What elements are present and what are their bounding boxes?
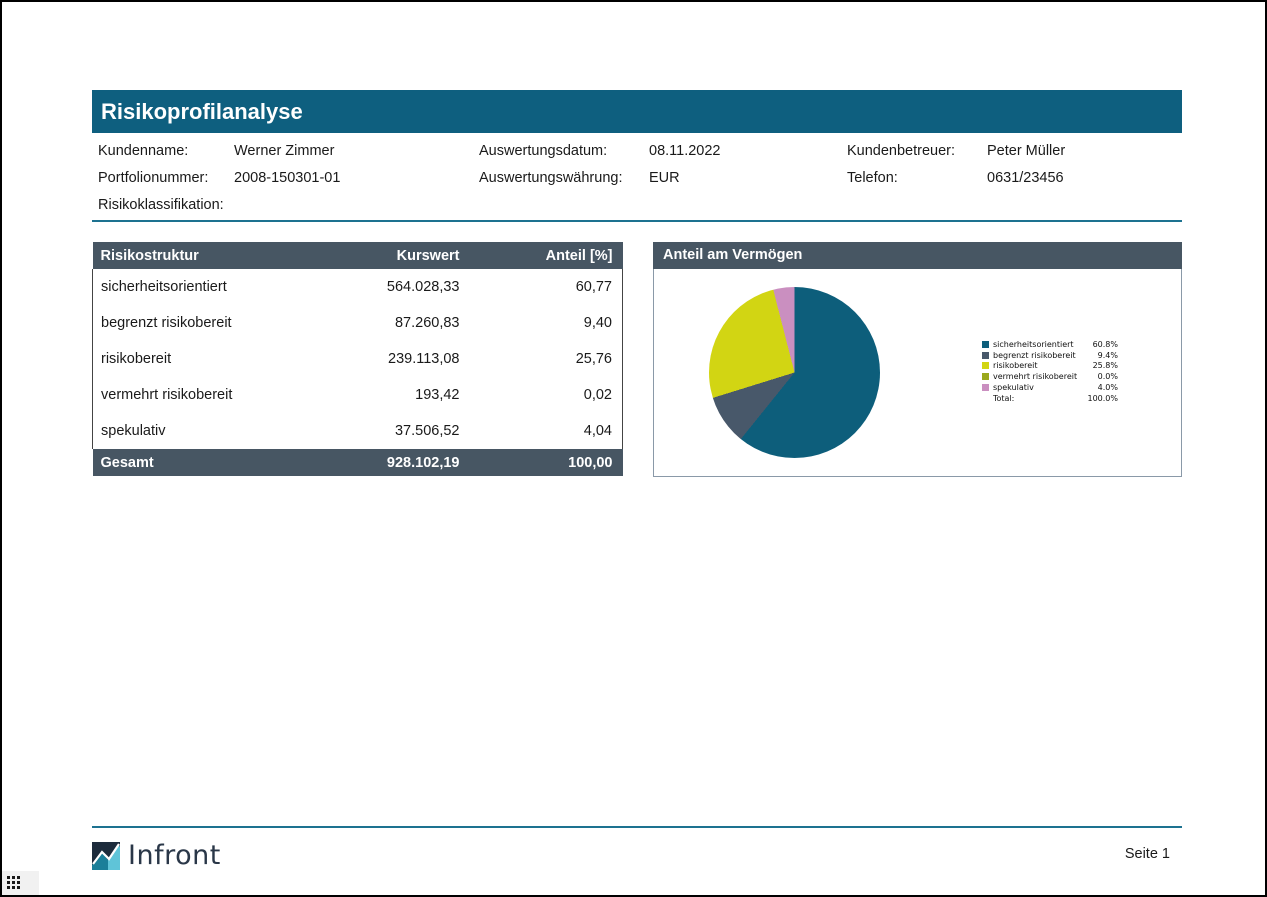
auswertungsdatum-value: 08.11.2022	[649, 143, 721, 159]
auswertungswaehrung-value: EUR	[649, 170, 680, 186]
anteil-cell: 25,76	[470, 341, 623, 377]
table-row: spekulativ37.506,524,04	[93, 413, 623, 449]
legend-label: sicherheitsorientiert	[993, 340, 1093, 349]
table-body: sicherheitsorientiert564.028,3360,77begr…	[93, 269, 623, 449]
kurswert-cell: 564.028,33	[323, 269, 470, 305]
legend-label: vermehrt risikobereit	[993, 372, 1098, 381]
table-row: risikobereit239.113,0825,76	[93, 341, 623, 377]
footer-divider	[92, 826, 1182, 828]
legend-item: spekulativ4.0%	[982, 382, 1118, 393]
anteil-cell: 4,04	[470, 413, 623, 449]
legend-label: begrenzt risikobereit	[993, 351, 1098, 360]
risk-category-cell: begrenzt risikobereit	[93, 305, 323, 341]
portfolionummer-label: Portfolionummer:	[98, 170, 208, 186]
telefon-label: Telefon:	[847, 170, 898, 186]
col-header-risikostruktur: Risikostruktur	[93, 242, 323, 269]
legend-total-row: Total: 100.0%	[982, 393, 1118, 404]
anteil-cell: 60,77	[470, 269, 623, 305]
kurswert-cell: 193,42	[323, 377, 470, 413]
legend-value: 4.0%	[1098, 383, 1118, 392]
risk-structure-table: Risikostruktur Kurswert Anteil [%] siche…	[92, 242, 623, 476]
infront-logo: Infront	[92, 842, 221, 870]
page-title: Risikoprofilanalyse	[92, 90, 1182, 133]
kurswert-cell: 87.260,83	[323, 305, 470, 341]
legend-value: 60.8%	[1093, 340, 1118, 349]
table-row: vermehrt risikobereit193,420,02	[93, 377, 623, 413]
col-header-anteil: Anteil [%]	[470, 242, 623, 269]
risk-category-cell: vermehrt risikobereit	[93, 377, 323, 413]
portfolionummer-value: 2008-150301-01	[234, 170, 340, 186]
asset-share-chart-panel: Anteil am Vermögen sicherheitsorientiert…	[653, 242, 1182, 477]
auswertungsdatum-label: Auswertungsdatum:	[479, 143, 607, 159]
anteil-cell: 9,40	[470, 305, 623, 341]
legend-item: risikobereit25.8%	[982, 361, 1118, 372]
col-header-kurswert: Kurswert	[323, 242, 470, 269]
anteil-cell: 0,02	[470, 377, 623, 413]
legend-swatch	[982, 352, 989, 359]
telefon-value: 0631/23456	[987, 170, 1064, 186]
kundenname-label: Kundenname:	[98, 143, 188, 159]
kurswert-cell: 239.113,08	[323, 341, 470, 377]
legend-swatch	[982, 384, 989, 391]
table-header-row: Risikostruktur Kurswert Anteil [%]	[93, 242, 623, 269]
table-row: sicherheitsorientiert564.028,3360,77	[93, 269, 623, 305]
legend-item: sicherheitsorientiert60.8%	[982, 339, 1118, 350]
legend-swatch	[982, 373, 989, 380]
auswertungswaehrung-label: Auswertungswährung:	[479, 170, 622, 186]
legend-value: 25.8%	[1093, 361, 1118, 370]
legend-item: vermehrt risikobereit0.0%	[982, 371, 1118, 382]
risikoklassifikation-label: Risikoklassifikation:	[98, 197, 224, 213]
kundenname-value: Werner Zimmer	[234, 143, 334, 159]
total-kurswert-cell: 928.102,19	[323, 449, 470, 476]
legend-swatch	[982, 341, 989, 348]
grid-dots-icon	[7, 876, 39, 889]
total-label-cell: Gesamt	[93, 449, 323, 476]
grid-handle-icon[interactable]	[2, 871, 39, 895]
legend-label: risikobereit	[993, 361, 1093, 370]
pie-chart	[709, 287, 880, 458]
risk-category-cell: sicherheitsorientiert	[93, 269, 323, 305]
table-row: begrenzt risikobereit87.260,839,40	[93, 305, 623, 341]
report-page: Risikoprofilanalyse Kundenname: Werner Z…	[0, 0, 1267, 897]
chart-legend: sicherheitsorientiert60.8%begrenzt risik…	[982, 339, 1118, 404]
legend-total-label: Total:	[993, 394, 1087, 403]
infront-logo-icon	[92, 842, 120, 870]
legend-item: begrenzt risikobereit9.4%	[982, 350, 1118, 361]
legend-total-value: 100.0%	[1087, 394, 1118, 403]
header-divider	[92, 220, 1182, 222]
kurswert-cell: 37.506,52	[323, 413, 470, 449]
risk-category-cell: risikobereit	[93, 341, 323, 377]
legend-value: 9.4%	[1098, 351, 1118, 360]
legend-label: spekulativ	[993, 383, 1098, 392]
kundenbetreuer-label: Kundenbetreuer:	[847, 143, 955, 159]
risk-category-cell: spekulativ	[93, 413, 323, 449]
legend-swatch	[982, 362, 989, 369]
legend-swatch-empty	[982, 395, 989, 402]
chart-title: Anteil am Vermögen	[653, 242, 1182, 269]
total-row: Gesamt 928.102,19 100,00	[93, 449, 623, 476]
total-anteil-cell: 100,00	[470, 449, 623, 476]
kundenbetreuer-value: Peter Müller	[987, 143, 1065, 159]
page-number: Seite 1	[1125, 846, 1170, 862]
legend-value: 0.0%	[1098, 372, 1118, 381]
infront-logo-text: Infront	[128, 842, 221, 870]
